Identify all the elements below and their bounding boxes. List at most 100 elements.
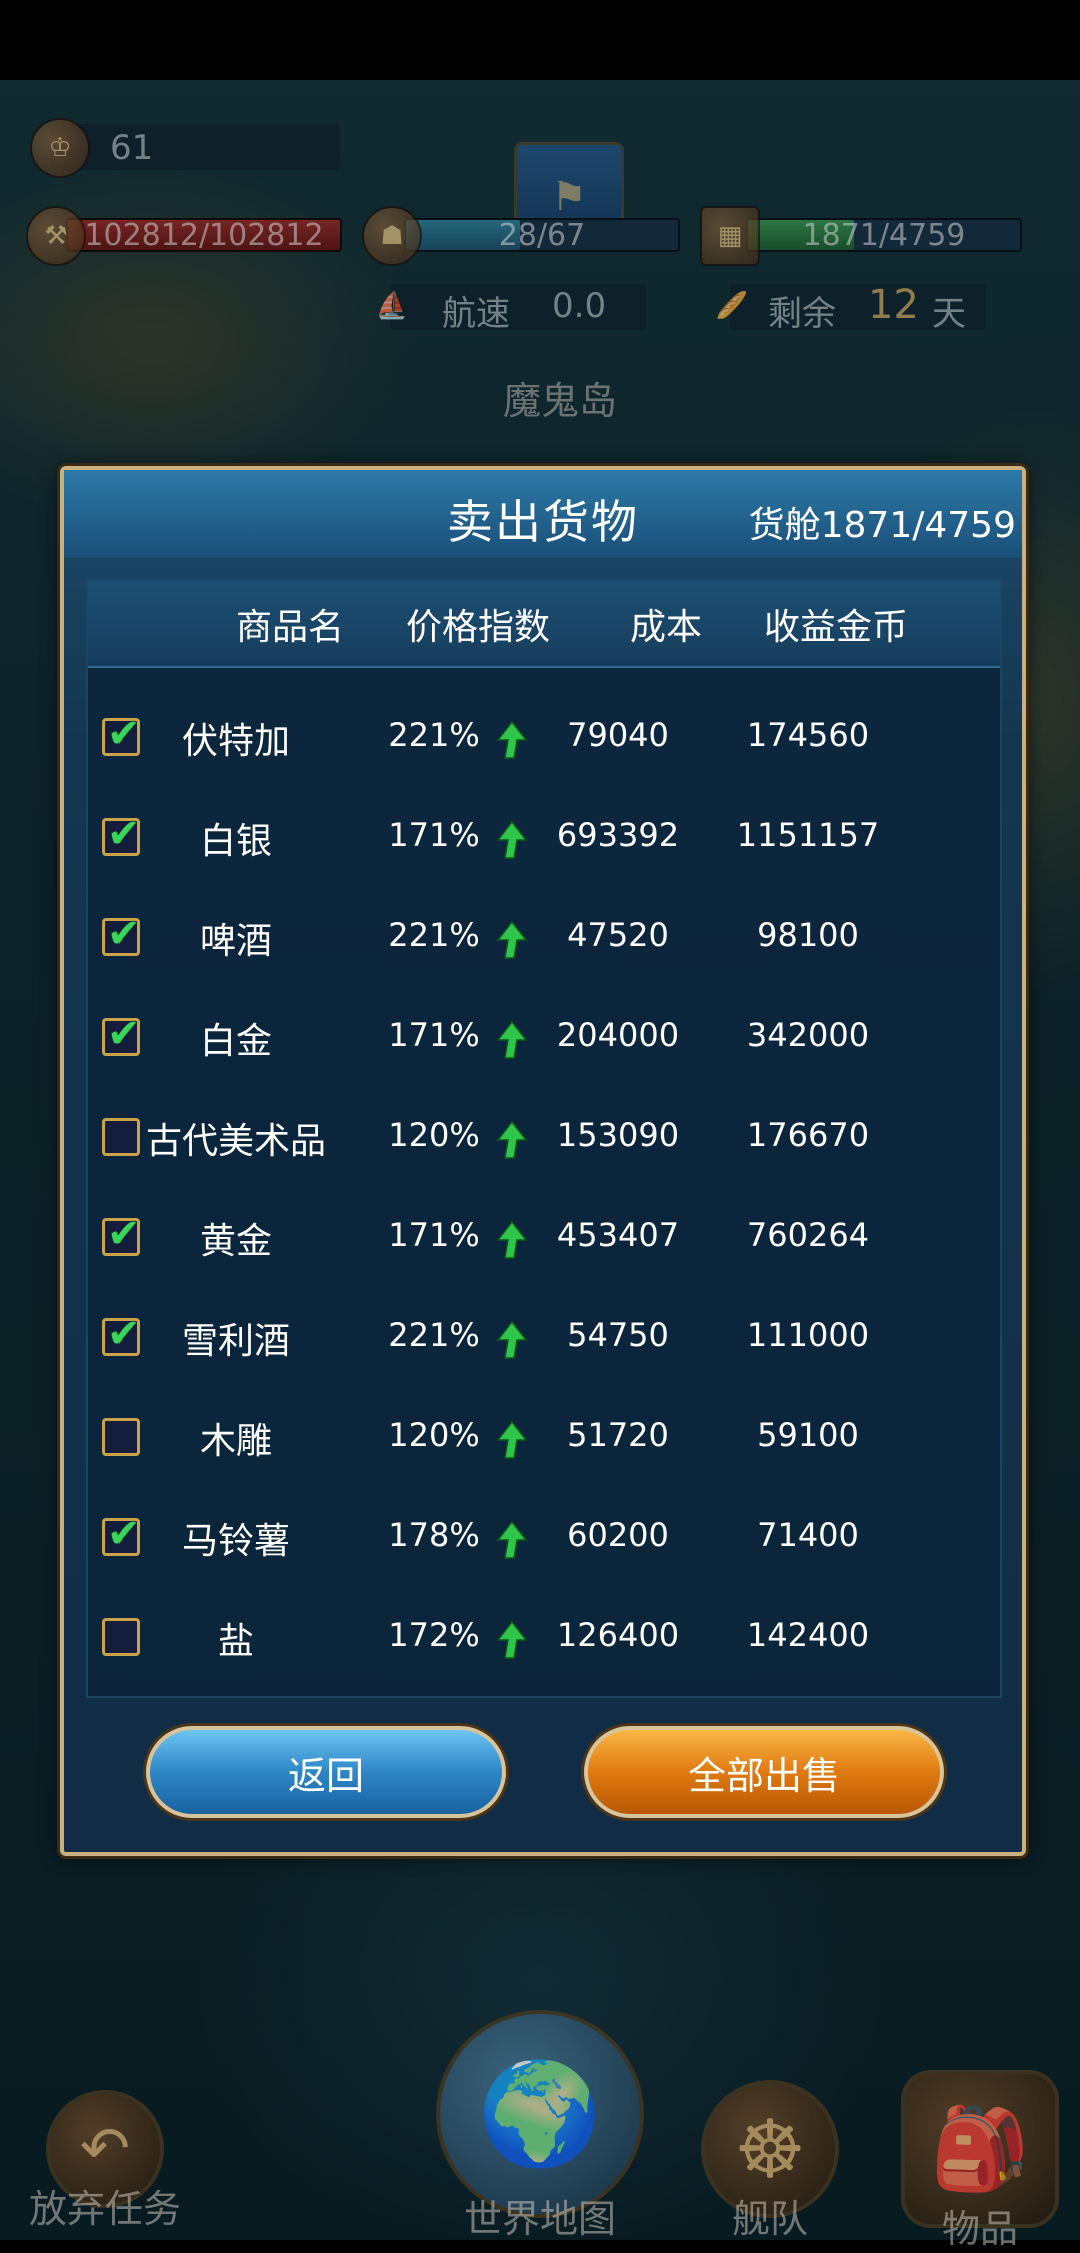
goods-row[interactable]: ✔ 雪利酒 221% 54750 111000 xyxy=(88,1290,1000,1390)
goods-checkbox[interactable] xyxy=(102,1418,140,1456)
price-up-arrow-icon xyxy=(496,820,528,859)
goods-row[interactable]: 木雕 120% 51720 59100 xyxy=(88,1390,1000,1490)
dialog-header: 卖出货物 货舱1871/4759 xyxy=(64,470,1022,558)
goods-checkbox[interactable]: ✔ xyxy=(102,1011,141,1057)
price-index-value: 171% xyxy=(388,816,480,854)
profit-value: 71400 xyxy=(757,1516,859,1554)
goods-name: 盐 xyxy=(217,1621,254,1662)
header-name: 商品名 xyxy=(236,607,345,648)
profit-value: 176670 xyxy=(746,1116,870,1154)
goods-row[interactable]: ✔ 白金 171% 204000 342000 xyxy=(88,990,1000,1090)
price-up-arrow-icon xyxy=(496,920,528,959)
goods-name: 木雕 xyxy=(199,1421,272,1462)
header-profit: 收益金币 xyxy=(764,607,909,648)
header-price-index: 价格指数 xyxy=(406,607,551,648)
world-map-label: 世界地图 xyxy=(463,2197,616,2241)
profit-value: 59100 xyxy=(757,1416,859,1454)
remaining-unit: 天 xyxy=(932,294,966,334)
profit-value: 174560 xyxy=(746,716,870,754)
lion-medal-icon: ♔ xyxy=(30,118,90,178)
cost-value: 60200 xyxy=(567,1516,669,1554)
cost-value: 126400 xyxy=(556,1616,680,1654)
world-map-button[interactable]: 🌍 世界地图 xyxy=(430,2010,650,2243)
globe-icon: 🌍 xyxy=(436,2010,644,2218)
location-name: 魔鬼岛 xyxy=(502,379,617,423)
goods-row[interactable]: 盐 172% 126400 142400 xyxy=(88,1590,1000,1690)
goods-row[interactable]: 古代美术品 120% 153090 176670 xyxy=(88,1090,1000,1190)
price-up-arrow-icon xyxy=(496,1620,528,1659)
profit-value: 98100 xyxy=(757,916,859,954)
goods-name: 马铃薯 xyxy=(181,1521,290,1562)
price-up-arrow-icon xyxy=(496,720,528,759)
cargo-value: 1871/4759 xyxy=(802,217,966,253)
price-index-value: 221% xyxy=(388,916,480,954)
price-index-value: 172% xyxy=(388,1616,480,1654)
price-index-value: 171% xyxy=(388,1016,480,1054)
cost-value: 153090 xyxy=(556,1116,680,1154)
goods-row[interactable]: ✔ 啤酒 221% 47520 98100 xyxy=(88,890,1000,990)
bread-icon: 🥖 xyxy=(715,291,749,321)
remaining-label: 剩余 xyxy=(768,294,836,334)
goods-checkbox[interactable]: ✔ xyxy=(102,1211,141,1257)
goods-checkbox[interactable] xyxy=(102,1118,140,1156)
sell-cargo-dialog: 卖出货物 货舱1871/4759 商品名 价格指数 成本 收益金币 ✔ 伏特加 22… xyxy=(60,466,1026,1856)
header-cost: 成本 xyxy=(630,607,703,648)
goods-checkbox[interactable] xyxy=(102,1618,140,1656)
goods-checkbox[interactable]: ✔ xyxy=(102,911,141,957)
profit-value: 1151157 xyxy=(736,816,880,854)
back-button[interactable]: 返回 xyxy=(146,1726,506,1818)
goods-name: 白金 xyxy=(199,1021,272,1062)
durability-value: 102812/102812 xyxy=(84,217,324,253)
profit-value: 142400 xyxy=(746,1616,870,1654)
speed-value: 0.0 xyxy=(552,286,607,326)
price-index-value: 221% xyxy=(388,716,480,754)
price-up-arrow-icon xyxy=(496,1420,528,1459)
goods-checkbox[interactable]: ✔ xyxy=(102,811,141,857)
price-index-value: 221% xyxy=(388,1316,480,1354)
goods-row[interactable]: ✔ 马铃薯 178% 60200 71400 xyxy=(88,1490,1000,1590)
table-header: 商品名 价格指数 成本 收益金币 xyxy=(88,580,1000,668)
abandon-task-label: 放弃任务 xyxy=(28,2187,181,2231)
items-label: 物品 xyxy=(941,2207,1018,2251)
sell-all-button[interactable]: 全部出售 xyxy=(584,1726,944,1818)
goods-row[interactable]: ✔ 黄金 171% 453407 760264 xyxy=(88,1190,1000,1290)
goods-row[interactable]: ✔ 白银 171% 693392 1151157 xyxy=(88,790,1000,890)
goods-table: 商品名 价格指数 成本 收益金币 ✔ 伏特加 221% 79040 174560 ✔ 白银 1… xyxy=(86,578,1002,1698)
hammer-icon: ⚒ xyxy=(26,206,86,266)
price-index-value: 178% xyxy=(388,1516,480,1554)
cost-value: 204000 xyxy=(556,1016,680,1054)
level-value: 61 xyxy=(110,128,154,168)
goods-checkbox[interactable]: ✔ xyxy=(102,711,141,757)
back-button-label: 返回 xyxy=(287,1753,364,1798)
sell-all-button-label: 全部出售 xyxy=(687,1753,840,1798)
remaining-days: 12 xyxy=(868,282,919,328)
goods-name: 啤酒 xyxy=(199,921,272,962)
cost-value: 51720 xyxy=(567,1416,669,1454)
price-up-arrow-icon xyxy=(496,1220,528,1259)
crate-icon: ▦ xyxy=(700,206,760,266)
price-up-arrow-icon xyxy=(496,1520,528,1559)
price-index-value: 120% xyxy=(388,1416,480,1454)
profit-value: 111000 xyxy=(746,1316,870,1354)
price-up-arrow-icon xyxy=(496,1020,528,1059)
goods-checkbox[interactable]: ✔ xyxy=(102,1511,141,1557)
price-index-value: 120% xyxy=(388,1116,480,1154)
goods-name: 黄金 xyxy=(199,1221,272,1262)
ship-icon: ⛵ xyxy=(375,291,409,321)
cost-value: 693392 xyxy=(556,816,680,854)
cost-value: 47520 xyxy=(567,916,669,954)
goods-name: 白银 xyxy=(199,821,272,862)
cost-value: 54750 xyxy=(567,1316,669,1354)
goods-row[interactable]: ✔ 伏特加 221% 79040 174560 xyxy=(88,690,1000,790)
profit-value: 760264 xyxy=(746,1216,870,1254)
price-index-value: 171% xyxy=(388,1216,480,1254)
goods-checkbox[interactable]: ✔ xyxy=(102,1311,141,1357)
abandon-task-button[interactable]: ↶ 放弃任务 xyxy=(10,2090,200,2233)
items-button[interactable]: 🎒 物品 xyxy=(890,2070,1070,2253)
cost-value: 453407 xyxy=(556,1216,680,1254)
price-up-arrow-icon xyxy=(496,1320,528,1359)
goods-name: 伏特加 xyxy=(181,721,290,762)
fleet-button[interactable]: ☸ 舰队 xyxy=(690,2080,850,2243)
goods-name: 古代美术品 xyxy=(145,1121,326,1162)
goods-name: 雪利酒 xyxy=(181,1321,290,1362)
